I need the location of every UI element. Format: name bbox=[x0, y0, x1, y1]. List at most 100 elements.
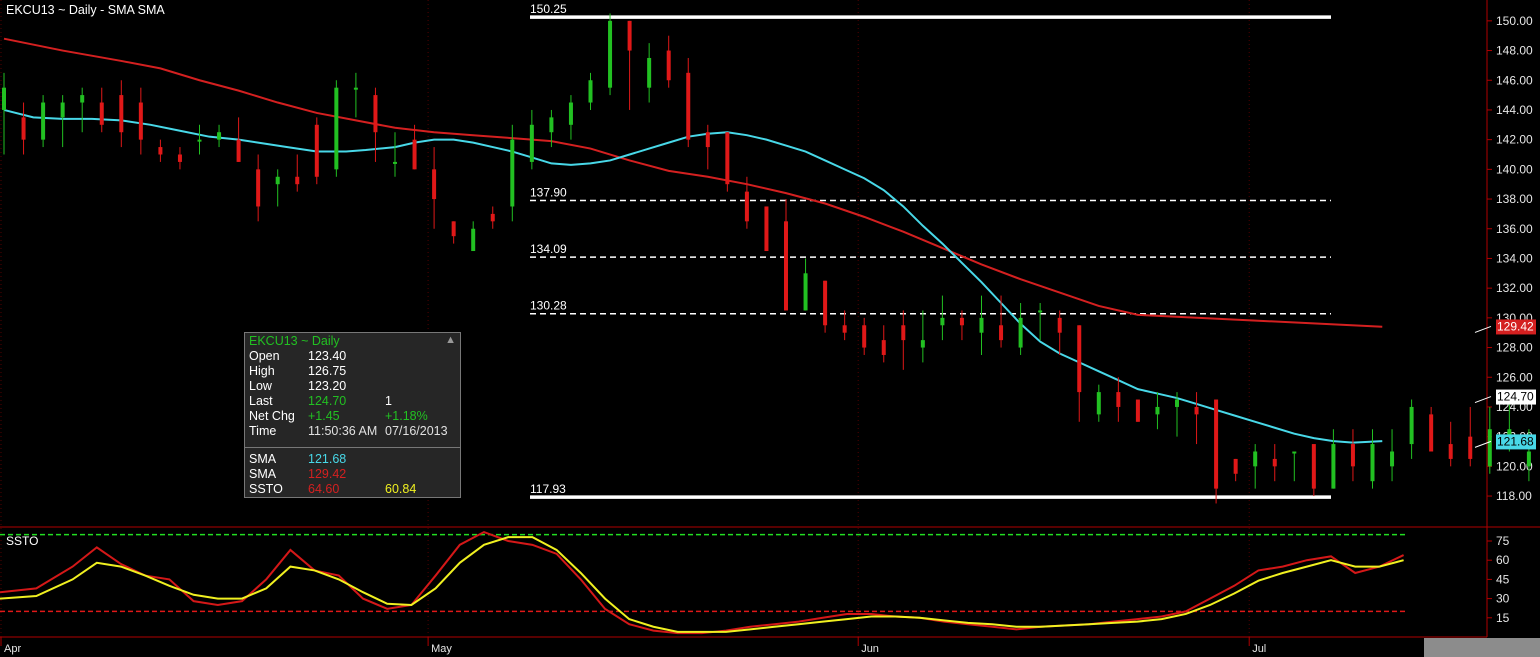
candle-down bbox=[705, 132, 710, 148]
infobox-value: 126.75 bbox=[308, 364, 347, 378]
candle-down bbox=[1350, 444, 1355, 467]
candle-up bbox=[275, 176, 280, 185]
candle-down bbox=[21, 117, 26, 140]
candle-up bbox=[1390, 451, 1395, 467]
candle-up bbox=[393, 161, 397, 164]
x-tick-label: Jun bbox=[861, 643, 879, 655]
candle-down bbox=[373, 95, 378, 133]
infobox-value: 123.20 bbox=[308, 379, 347, 393]
candle-down bbox=[236, 139, 241, 162]
candle-down bbox=[901, 325, 906, 341]
candle-up bbox=[1253, 451, 1258, 467]
price-badge-label: 129.42 bbox=[1497, 319, 1534, 333]
candle-down bbox=[1429, 414, 1434, 452]
candle-down bbox=[1468, 436, 1473, 459]
y-tick-label: 150.00 bbox=[1496, 14, 1533, 28]
y-tick-label: 136.00 bbox=[1496, 222, 1533, 236]
candle-down bbox=[158, 147, 163, 155]
candle-up bbox=[1526, 451, 1531, 467]
y-tick-label: 148.00 bbox=[1496, 44, 1533, 58]
candle-up bbox=[41, 102, 46, 140]
horizontal-scrollbar[interactable] bbox=[1424, 638, 1540, 657]
candle-up bbox=[1096, 392, 1101, 415]
badge-pointer bbox=[1474, 325, 1492, 333]
candle-up bbox=[353, 87, 358, 90]
candle-down bbox=[138, 102, 143, 140]
x-icon[interactable]: ▲ bbox=[445, 334, 456, 346]
infobox-value-2: +1.18% bbox=[385, 409, 428, 423]
candle-down bbox=[999, 325, 1004, 341]
infobox-key: SMA bbox=[249, 467, 277, 481]
y-tick-label: 126.00 bbox=[1496, 370, 1533, 384]
x-axis-labels: Apr May Jun Jul bbox=[0, 637, 1266, 655]
candle-up bbox=[529, 124, 534, 162]
candle-down bbox=[627, 20, 632, 51]
price-chart[interactable]: 118.00120.00122.00124.00126.00128.00130.… bbox=[0, 0, 1540, 657]
infobox-value: 124.70 bbox=[308, 394, 347, 408]
ssto-panel bbox=[0, 530, 1408, 635]
y-tick-label: 146.00 bbox=[1496, 73, 1533, 87]
fib-label: 130.28 bbox=[530, 299, 567, 313]
candle-up bbox=[197, 139, 202, 142]
y-tick-label: 144.00 bbox=[1496, 103, 1533, 117]
infobox-key: Low bbox=[249, 379, 272, 393]
candle-down bbox=[99, 102, 104, 125]
candle-down bbox=[119, 95, 124, 133]
candle-down bbox=[490, 213, 495, 222]
candle-up bbox=[1038, 310, 1043, 313]
ssto-tick-label: 15 bbox=[1496, 611, 1510, 625]
candle-up bbox=[80, 95, 85, 103]
data-window[interactable]: EKCU13 ~ Daily ▲ Open 123.40 High 126.75 Low… bbox=[244, 332, 461, 498]
candle-down bbox=[1233, 458, 1238, 474]
candle-down bbox=[881, 340, 886, 355]
sma-slow-path bbox=[3, 37, 1383, 328]
y-tick-label: 140.00 bbox=[1496, 162, 1533, 176]
infobox-key: Time bbox=[249, 424, 277, 438]
candle-down bbox=[666, 50, 671, 81]
candle-down bbox=[451, 221, 456, 237]
candle-up bbox=[2, 87, 6, 110]
candle-down bbox=[1135, 399, 1140, 422]
candle-up bbox=[1331, 444, 1336, 489]
infobox-value: +1.45 bbox=[308, 409, 340, 423]
infobox-value: 11:50:36 AM bbox=[308, 424, 378, 438]
candle-up bbox=[568, 102, 573, 125]
candle-down bbox=[1214, 399, 1219, 489]
infobox-divider bbox=[245, 447, 460, 448]
candle-up bbox=[803, 273, 808, 311]
infobox-key: Last bbox=[249, 394, 273, 408]
chart-frame bbox=[0, 0, 1540, 638]
infobox-value: 121.68 bbox=[308, 452, 347, 466]
infobox-value: 123.40 bbox=[308, 349, 347, 363]
candle-down bbox=[1448, 444, 1453, 459]
y-tick-label: 132.00 bbox=[1496, 281, 1533, 295]
y-tick-label: 128.00 bbox=[1496, 341, 1533, 355]
candle-up bbox=[1487, 429, 1492, 467]
chart-title: EKCU13 ~ Daily - SMA SMA bbox=[6, 3, 165, 17]
candle-down bbox=[686, 72, 691, 140]
y-tick-label: 138.00 bbox=[1496, 192, 1533, 206]
candle-down bbox=[744, 191, 749, 222]
candle-up bbox=[60, 102, 65, 118]
candle-up bbox=[647, 57, 652, 88]
sma-fast-path bbox=[3, 108, 1383, 444]
infobox-key: High bbox=[249, 364, 275, 378]
candle-down bbox=[295, 176, 300, 185]
fib-label: 117.93 bbox=[530, 482, 566, 496]
y-tick-label: 118.00 bbox=[1496, 489, 1532, 503]
infobox-key: SMA bbox=[249, 452, 277, 466]
candle-up bbox=[1175, 399, 1179, 407]
infobox-value: 64.60 bbox=[308, 482, 340, 496]
fib-label: 134.09 bbox=[530, 242, 567, 256]
sma-fast-line bbox=[3, 108, 1383, 444]
infobox-value: 129.42 bbox=[308, 467, 347, 481]
candle-up bbox=[217, 132, 222, 140]
infobox-key: SSTO bbox=[249, 482, 283, 496]
sma-slow-line bbox=[3, 37, 1383, 328]
candle-down bbox=[862, 325, 867, 348]
infobox-symbol: EKCU13 ~ Daily bbox=[249, 334, 340, 348]
candle-up bbox=[471, 228, 476, 252]
candle-down bbox=[256, 169, 261, 207]
candle-up bbox=[979, 317, 984, 333]
candle-down bbox=[1077, 325, 1082, 393]
